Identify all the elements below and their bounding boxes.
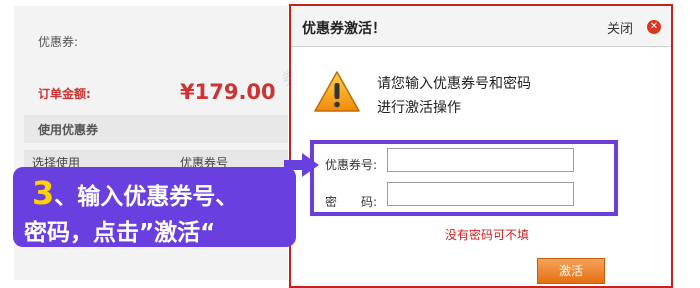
dialog-close-link[interactable]: 关闭 [607, 18, 633, 37]
password-label: 密 码: [325, 195, 378, 209]
order-total-label: 订单金额: [38, 87, 91, 101]
password-input[interactable] [387, 182, 574, 206]
coupon-number-label: 优惠券号: [325, 158, 378, 172]
dialog-title: 优惠券激活！ [302, 21, 386, 37]
activation-message-line2: 进行激活操作 [377, 100, 461, 116]
coupon-activation-dialog: 优惠券激活！ 关闭 ✕ 请您输入优惠券号和密码 进行激活操作 优惠券号: 密 码… [289, 4, 673, 288]
activate-button[interactable]: 激活 [537, 258, 605, 284]
callout-line1-text: 、输入优惠券号、 [54, 184, 239, 210]
callout-step-number: 3 [32, 174, 55, 212]
coupon-number-input[interactable] [387, 148, 574, 172]
callout-line1: 3、输入优惠券号、 [32, 174, 238, 212]
callout-line2: 密码，点击”激活“ [24, 220, 216, 246]
close-icon[interactable]: ✕ [647, 20, 661, 34]
activation-message-line1: 请您输入优惠券号和密码 [377, 76, 531, 92]
arrow-right-icon [284, 153, 319, 177]
no-password-hint: 没有密码可不填 [445, 228, 530, 242]
coupon-label: 优惠券: [38, 35, 79, 49]
use-coupon-title: 使用优惠券 [38, 123, 99, 137]
order-total-amount: ¥179.00 [180, 80, 276, 104]
warning-icon [314, 71, 360, 112]
